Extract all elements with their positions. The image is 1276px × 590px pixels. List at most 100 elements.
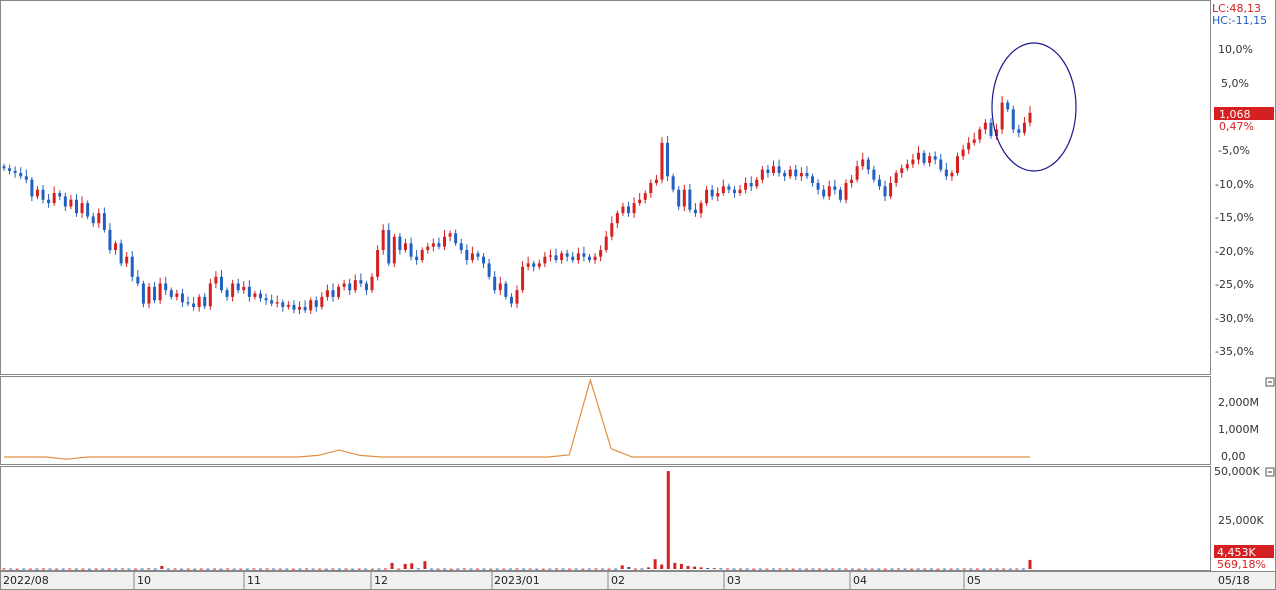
candle-body [259, 293, 262, 299]
volume-bar [850, 568, 854, 570]
volume-bar [443, 568, 447, 570]
volume-bar [508, 568, 512, 570]
candle-body [164, 283, 168, 291]
volume-bar [989, 568, 993, 570]
candle-body [548, 255, 552, 257]
price-ytick: -35,0% [1215, 345, 1254, 358]
candle-body [74, 199, 78, 214]
candle-body [950, 172, 954, 177]
volume-bar [436, 568, 440, 570]
volume-bar [41, 568, 45, 570]
candle-body [236, 283, 240, 291]
price-ytick: -15,0% [1215, 211, 1254, 224]
volume-bar [462, 568, 466, 570]
candle-body [242, 286, 246, 291]
candle-body [97, 213, 101, 224]
volume-bar [1015, 568, 1019, 570]
volume-bar [982, 568, 986, 570]
volume-bar [949, 568, 953, 570]
volume-bar [778, 568, 782, 570]
volume-bar [337, 568, 341, 570]
price-ytick: -5,0% [1218, 144, 1250, 157]
volume-bar [647, 567, 651, 569]
candle-body [504, 283, 508, 297]
volume-bar [272, 568, 276, 570]
volume-bar [811, 568, 815, 570]
candle-body [270, 300, 274, 304]
volume-bar [1002, 568, 1006, 570]
candle-body [52, 193, 56, 204]
volume-bar [199, 568, 203, 570]
volume-bar [614, 568, 618, 570]
candle-body [398, 236, 402, 250]
candle-body [392, 236, 396, 264]
volume-bar [390, 562, 394, 569]
candle-body [900, 168, 904, 173]
candle-body [822, 189, 826, 197]
volume-bar [791, 568, 795, 570]
candle-body [543, 256, 547, 264]
candle-body [855, 166, 859, 180]
x-month-label: 05 [967, 574, 981, 587]
volume-bar [114, 568, 118, 570]
candle-body [621, 206, 625, 214]
candle-body [615, 213, 619, 224]
volume-bar [916, 568, 920, 570]
volume-bar [831, 568, 835, 570]
candle-body [565, 253, 569, 257]
candle-body [928, 156, 932, 163]
candle-body [141, 283, 145, 304]
candle-body [788, 169, 792, 177]
candle-body [521, 266, 525, 291]
candle-body [320, 296, 324, 307]
volume-bar [48, 568, 52, 570]
candle-body [643, 193, 647, 200]
candle-body [130, 256, 134, 277]
candle-body [58, 193, 62, 197]
candle-body [153, 286, 157, 301]
candle-body [872, 169, 876, 180]
volume-bar [844, 568, 848, 570]
candle-body [426, 246, 430, 250]
candle-body [459, 243, 463, 250]
candle-body [231, 283, 235, 297]
candle-body [63, 196, 67, 207]
candle-body [699, 203, 703, 214]
volume-bar [173, 568, 177, 570]
candle-body [838, 189, 842, 200]
volume-bar [620, 565, 624, 569]
volume-bar [107, 568, 111, 570]
candle-body [688, 189, 692, 210]
volume-bar [975, 568, 979, 570]
volume-bar [259, 568, 262, 570]
candle-body [314, 300, 318, 307]
candle-body [866, 159, 870, 170]
candle-body [24, 176, 28, 180]
candle-body [509, 296, 513, 304]
volume-bar [607, 568, 611, 570]
candle-body [403, 243, 407, 250]
candle-body [19, 172, 23, 177]
volume-bar [739, 568, 743, 570]
x-month-label: 04 [853, 574, 867, 587]
volume-bar [541, 568, 545, 570]
price-ytick: 5,0% [1221, 77, 1249, 90]
volume-bar [383, 568, 387, 570]
candle-body [894, 172, 898, 183]
candle-body [721, 186, 725, 194]
candle-body [933, 156, 937, 160]
candle-body [755, 179, 759, 187]
candle-body [515, 290, 519, 304]
volume-bar [61, 568, 65, 570]
volume-bar [28, 568, 32, 570]
indicator-panel-frame [0, 376, 1211, 465]
candle-body [208, 283, 212, 307]
annotation-circle [991, 42, 1077, 172]
volume-bar [324, 568, 328, 570]
volume-bar [798, 568, 802, 570]
candle-body [158, 283, 162, 301]
candle-body [114, 243, 118, 250]
volume-bar [923, 568, 927, 570]
candle-body [682, 189, 686, 207]
volume-bar [561, 568, 565, 570]
